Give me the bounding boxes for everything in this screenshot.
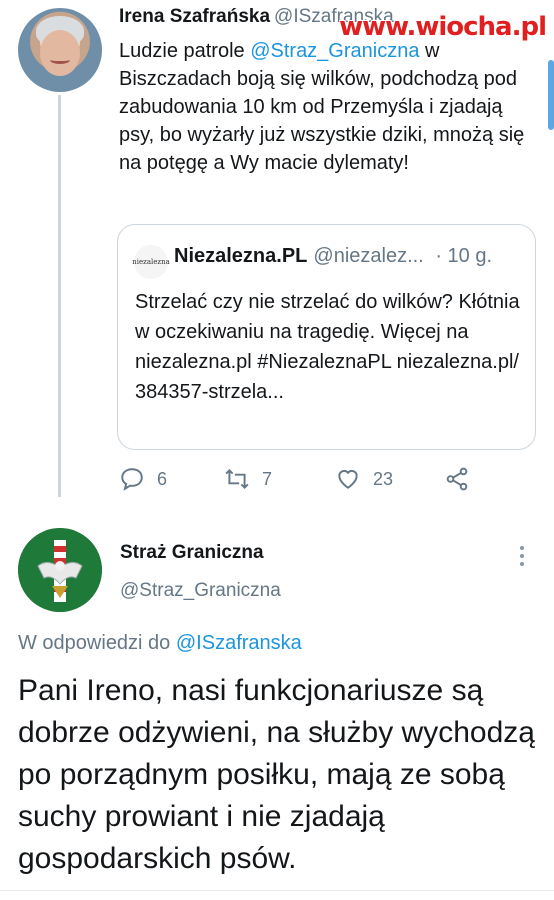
reply-context: W odpowiedzi do @ISzafranska <box>18 632 302 654</box>
author-handle[interactable]: @Straz_Graniczna <box>120 580 281 602</box>
quote-avatar: niezalezna <box>132 245 170 279</box>
share-icon <box>446 467 468 491</box>
divider <box>0 890 554 891</box>
retweet-icon <box>225 468 249 490</box>
scrollbar-thumb[interactable] <box>548 60 554 130</box>
reply-button[interactable]: 6 <box>119 466 167 492</box>
border-guard-emblem-icon <box>18 528 102 612</box>
reply-count: 6 <box>157 468 168 489</box>
tweet-text: Pani Ireno, nasi funkcjonariusze są dobr… <box>18 674 535 875</box>
avatar[interactable] <box>18 8 102 92</box>
quote-time: · 10 g. <box>435 245 493 267</box>
avatar[interactable] <box>18 528 102 612</box>
like-count: 23 <box>373 468 394 489</box>
heart-icon <box>338 469 358 489</box>
tweet-actions: 6 7 23 <box>119 466 519 496</box>
quoted-tweet[interactable]: niezalezna Niezalezna.PL @niezalez... · 1… <box>117 224 536 450</box>
reply-icon <box>121 468 143 491</box>
author-name[interactable]: Irena Szafrańska <box>119 6 270 27</box>
quote-text: Strzelać czy nie strzelać do wilków? Kłó… <box>135 291 520 403</box>
more-options-icon[interactable] <box>516 544 528 568</box>
retweet-button[interactable]: 7 <box>224 466 272 492</box>
tweet-text: Ludzie patrole @Straz_Graniczna w Biszcz… <box>119 40 525 174</box>
reply-mention-link[interactable]: @ISzafranska <box>176 632 302 654</box>
quote-author-name: Niezalezna.PL <box>174 245 308 267</box>
quote-author-handle: @niezalez... <box>313 245 424 267</box>
share-button[interactable] <box>444 466 482 492</box>
like-button[interactable]: 23 <box>335 466 393 492</box>
retweet-count: 7 <box>262 468 273 489</box>
mention-link[interactable]: @Straz_Graniczna <box>250 40 419 62</box>
quote-header: Niezalezna.PL @niezalez... · 10 g. <box>174 245 492 268</box>
thread-connector-line <box>58 95 61 497</box>
author-name[interactable]: Straż Graniczna <box>120 542 264 564</box>
